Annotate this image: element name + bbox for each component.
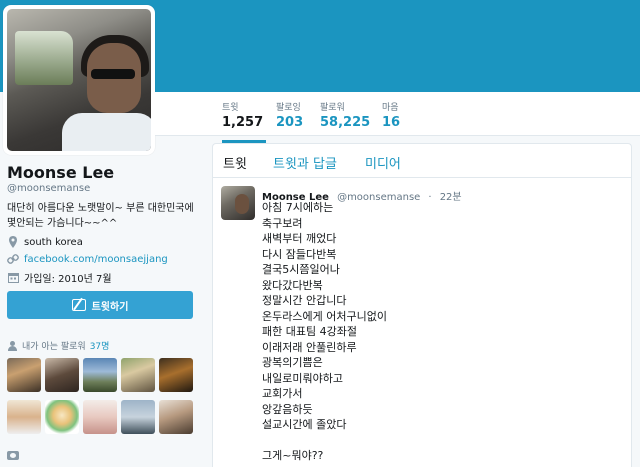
nav-followers[interactable]: 팔로워 58,225: [320, 100, 376, 136]
profile-website[interactable]: facebook.com/moonsaejjang: [7, 253, 168, 265]
follower-avatar[interactable]: [121, 358, 155, 392]
joined-text: 가입일: 2010년 7월: [24, 274, 112, 285]
profile-handle[interactable]: @moonsemanse: [7, 183, 90, 194]
avatar-image: [7, 9, 151, 151]
tweet-line: [262, 433, 612, 449]
tweet-line: 그게~뭐야??: [262, 449, 324, 462]
timeline-panel: 트윗 트윗과 답글 미디어 Moonse Lee @moonsemanse · …: [212, 143, 632, 467]
tweet-line: 정말시간 안갑니다: [262, 294, 347, 307]
tweet-line: 새벽부터 깨었다: [262, 232, 337, 245]
profile-bio: 대단히 아름다운 노랫말이~ 부른 대한민국에 몇안되는 가슴니다~~^^: [7, 203, 194, 229]
tab-tweets[interactable]: 트윗: [223, 153, 247, 172]
nav-following-count: 203: [276, 115, 304, 130]
follower-avatar[interactable]: [7, 358, 41, 392]
person-icon: [7, 340, 18, 351]
tweet-line: 이래저래 안풀린하루: [262, 340, 357, 354]
tweet-line: 축구보려: [262, 216, 303, 230]
tweet-text: 아침 7시에하는 축구보려 새벽부터 깨었다 다시 잠들다반복 결국5시쯤일어나…: [262, 200, 612, 464]
compose-icon: [71, 299, 86, 311]
follower-avatar[interactable]: [83, 358, 117, 392]
nav-tweets-label: 트윗: [222, 103, 239, 113]
tweet-line: 설교시간에 졸았다: [262, 418, 347, 431]
follower-avatar[interactable]: [7, 400, 41, 434]
profile-location: south korea: [7, 236, 83, 248]
nav-followers-count: 58,225: [320, 115, 371, 130]
tweet-line: 결국5시쯤일어나: [262, 263, 340, 276]
tweet-avatar[interactable]: [221, 186, 255, 220]
website-link[interactable]: facebook.com/moonsaejjang: [24, 254, 168, 265]
nav-followers-label: 팔로워: [320, 103, 345, 113]
follower-avatar[interactable]: [159, 358, 193, 392]
follower-avatar[interactable]: [121, 400, 155, 434]
nav-likes-count: 16: [382, 115, 401, 130]
nav-likes-label: 마음: [382, 103, 399, 113]
profile-avatar[interactable]: [3, 5, 155, 155]
followers-you-know[interactable]: 내가 아는 팔로워 37명: [7, 339, 109, 352]
tweet-button[interactable]: 트윗하기: [7, 291, 193, 319]
tweet-line: 아침 7시에하는: [262, 201, 334, 214]
nav-tweets[interactable]: 트윗 1,257: [222, 100, 266, 143]
tweet-line: 교회가서: [262, 387, 303, 400]
calendar-icon: [7, 272, 19, 284]
follower-avatar[interactable]: [83, 400, 117, 434]
followers-known-label: 내가 아는 팔로워: [22, 342, 86, 352]
tweet-line: 온두라스에게 어처구니없이: [262, 309, 387, 323]
follower-avatar[interactable]: [45, 358, 79, 392]
camera-icon[interactable]: [7, 451, 19, 460]
tweet-line: 다시 잠들다반복: [262, 247, 337, 261]
location-text: south korea: [24, 236, 83, 248]
profile-name[interactable]: Moonse Lee: [7, 163, 114, 182]
tweet-line: 광복의기쁨은: [262, 356, 323, 369]
tweet-line: 내일로미뤄야하고: [262, 371, 343, 385]
profile-joined: 가입일: 2010년 7월: [7, 270, 112, 285]
map-pin-icon: [7, 236, 19, 248]
tweet-line: 앙갚음하듯: [262, 402, 313, 416]
nav-likes[interactable]: 마음 16: [382, 100, 412, 136]
tab-media[interactable]: 미디어: [365, 153, 401, 172]
nav-tweets-count: 1,257: [222, 115, 264, 130]
tweet-line: 패한 대표팀 4강좌절: [262, 325, 357, 338]
nav-following-label: 팔로잉: [276, 103, 301, 113]
tweet-line: 왔다갔다반복: [262, 278, 323, 292]
nav-following[interactable]: 팔로잉 203: [276, 100, 316, 136]
tweet-button-label: 트윗하기: [91, 301, 129, 313]
timeline-tabs: 트윗 트윗과 답글 미디어: [213, 144, 631, 178]
follower-avatar[interactable]: [45, 400, 79, 434]
followers-known-count[interactable]: 37명: [90, 339, 110, 352]
followers-thumbnails: [7, 358, 197, 434]
tab-tweets-and-replies[interactable]: 트윗과 답글: [273, 153, 337, 172]
profile-nav: 트윗 1,257 팔로잉 203 팔로워 58,225 마음 16: [155, 92, 640, 143]
follower-avatar[interactable]: [159, 400, 193, 434]
link-icon: [7, 253, 19, 265]
